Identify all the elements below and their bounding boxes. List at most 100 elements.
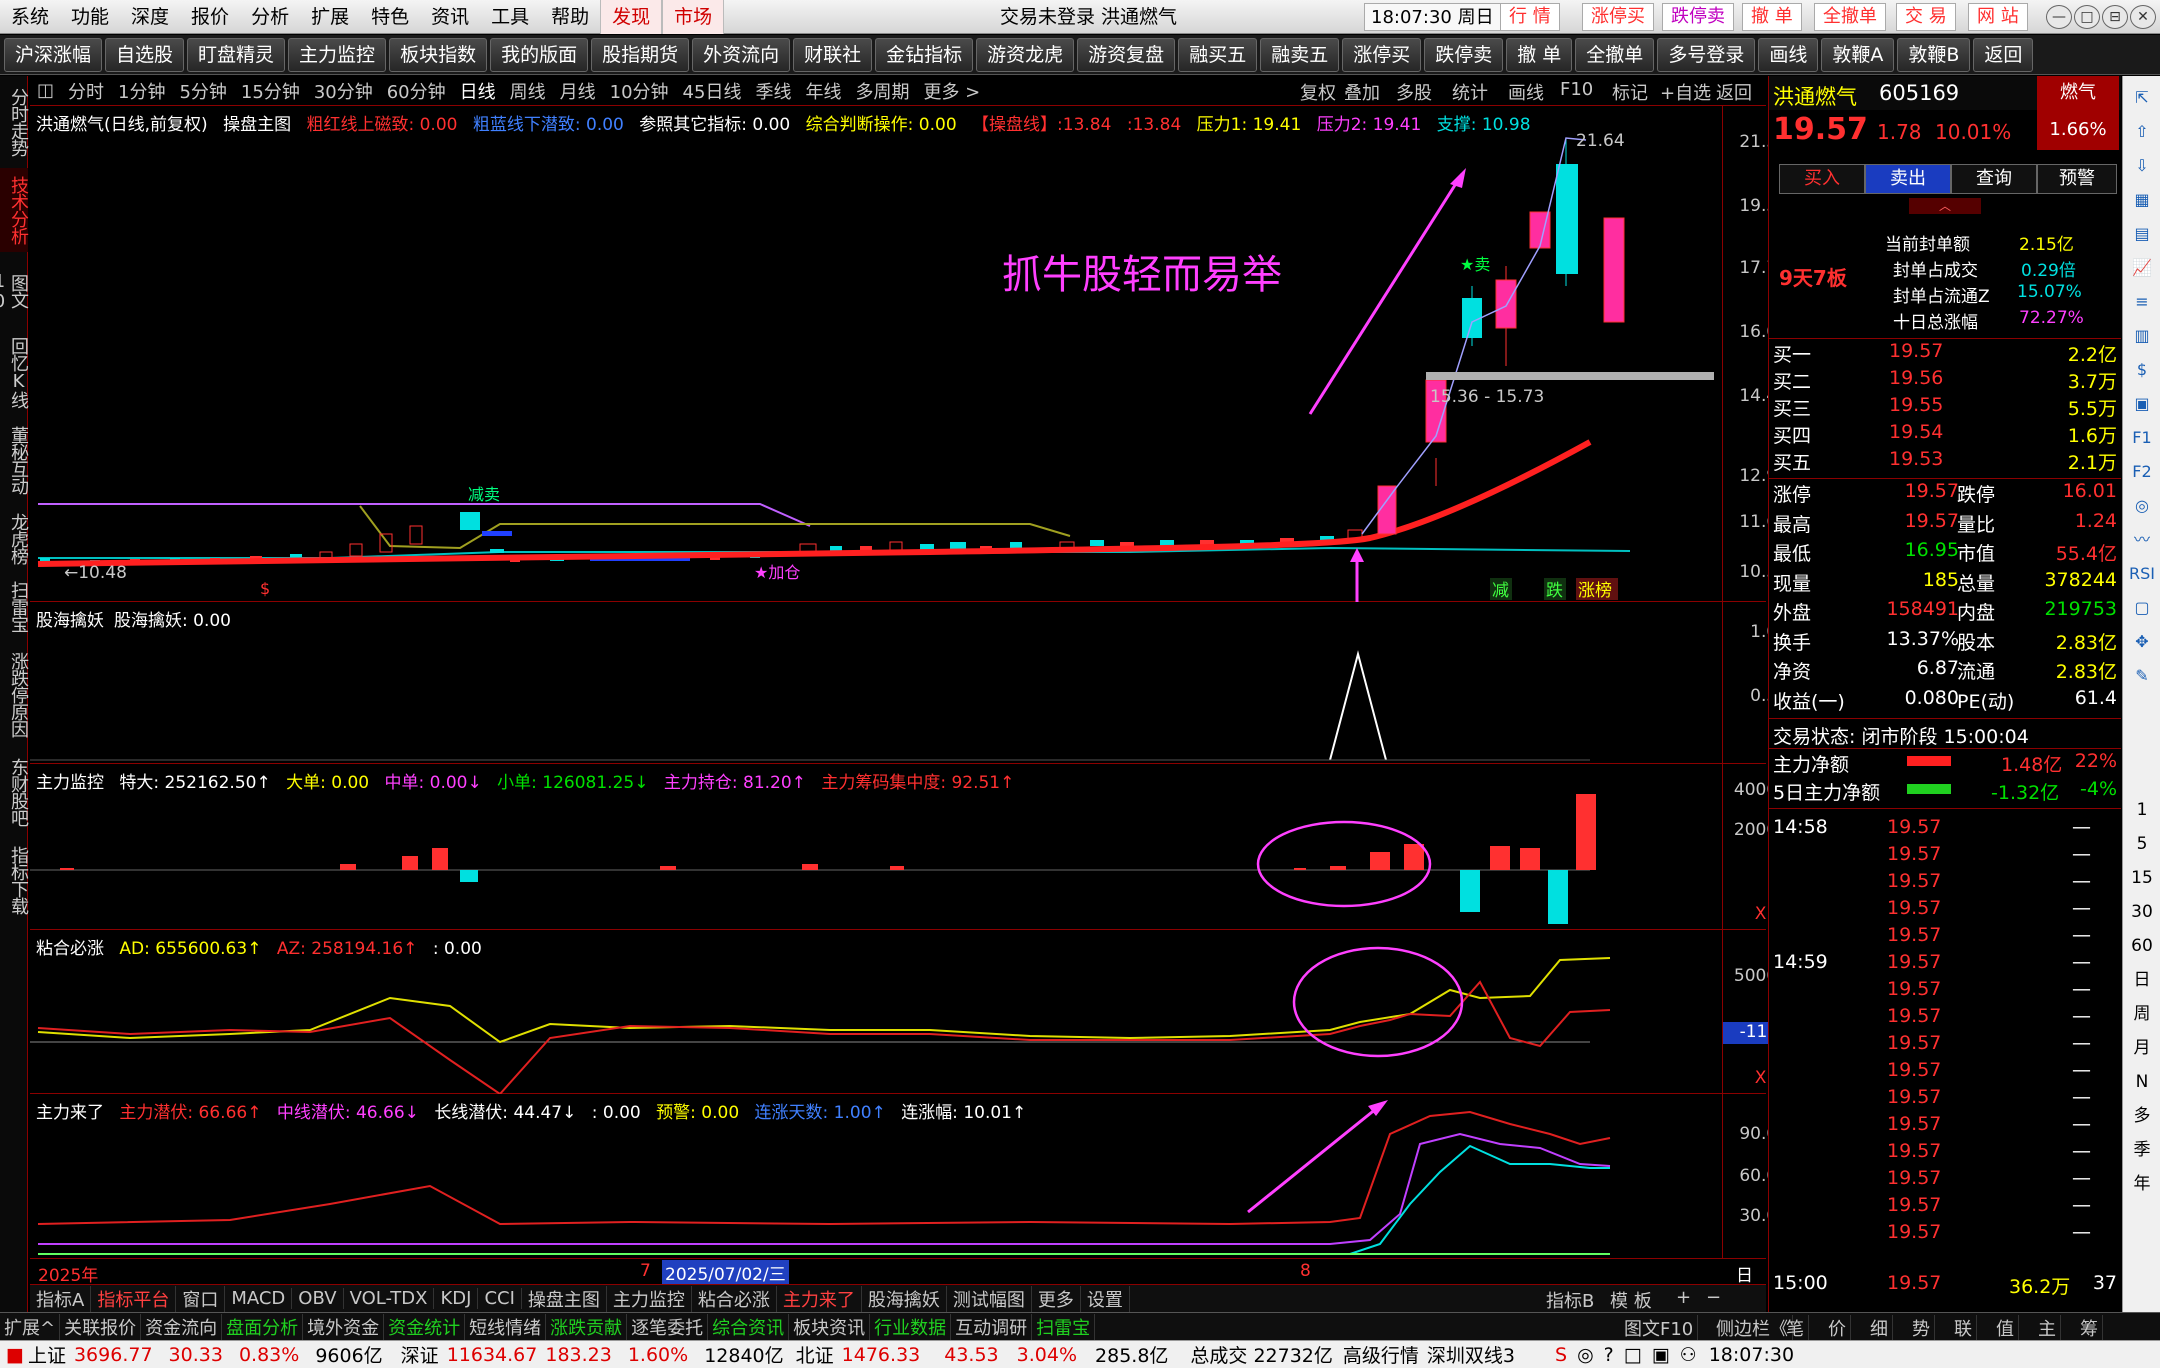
toolbar-button[interactable]: 返回 [1973,37,2034,72]
tab-technical[interactable]: 技术分析 [0,168,29,252]
toolbar-button[interactable]: 画线 [1758,37,1819,72]
period-tab[interactable]: 1分钟 [111,78,172,104]
period-shortcut[interactable]: 15 [2127,864,2157,892]
line-label[interactable]: 深圳双线3 [1427,1341,1515,1368]
period-shortcut[interactable]: 年 [2127,1170,2157,1198]
toolbar-button[interactable]: 敦鞭B [1897,37,1971,72]
menu-discover[interactable]: 发现 [600,0,663,34]
indicator-tool[interactable]: + [1670,1287,1697,1308]
period-shortcut[interactable]: N [2127,1068,2157,1096]
toolbar-button[interactable]: 跌停卖 [1424,37,1504,72]
sector-badge[interactable]: 燃气 [2037,76,2119,110]
indicator-tool[interactable]: 指标B [1540,1287,1600,1313]
toolbar-button[interactable]: 游资龙虎 [976,37,1075,72]
chart-tool-button[interactable]: 画线 [1508,79,1544,105]
toolbar-button[interactable]: 我的版面 [490,37,589,72]
menu-news[interactable]: 资讯 [420,0,480,34]
ext-right-tab[interactable]: 筹 [2076,1315,2103,1341]
chat-icon[interactable]: □ [1624,1344,1642,1366]
tab-intraday[interactable]: 分时走势 [0,80,29,164]
ext-tab[interactable]: 行业数据 [870,1313,952,1340]
period-tab[interactable]: 5分钟 [172,78,233,104]
indicator-tab[interactable]: KDJ [434,1288,479,1309]
chart-tool-button[interactable]: 多股 [1396,79,1432,105]
indicator-tab[interactable]: 主力监控 [607,1285,692,1312]
menu-quote[interactable]: 报价 [180,0,240,34]
period-tab[interactable]: 45日线 [676,78,749,104]
circle-icon[interactable]: ◎ [2127,492,2157,520]
period-tab[interactable]: 15分钟 [234,78,307,104]
ext-right-tab[interactable]: 笔 [1782,1315,1809,1341]
ext-tab[interactable]: 互动调研 [951,1313,1033,1340]
indicator-tab[interactable]: CCI [478,1288,522,1309]
ext-right-tab[interactable]: 图文F10 [1620,1315,1699,1341]
ext-right-tab[interactable]: 侧边栏《 [1712,1315,1793,1341]
tab-forum[interactable]: 东财股吧 [0,750,29,834]
ext-right-tab[interactable]: 主 [2034,1315,2061,1341]
btn-website[interactable]: 网 站 [1968,3,2028,31]
rsi-icon[interactable]: RSI [2127,560,2157,588]
tab-recall-k[interactable]: 回忆K线 [0,330,29,414]
indicator-tab[interactable]: 主力来了 [777,1285,862,1312]
period-tab[interactable]: 30分钟 [307,78,380,104]
tab-graphic[interactable]: 图文10 [0,256,29,326]
help-icon[interactable]: ? [1604,1344,1614,1366]
table-icon[interactable]: ▥ [2127,322,2157,350]
period-tab[interactable]: 分时 [61,78,111,104]
period-shortcut[interactable]: 5 [2127,830,2157,858]
btn-hangqing[interactable]: 行 情 [1500,3,1560,31]
ext-right-tab[interactable]: 势 [1908,1315,1935,1341]
ext-tab[interactable]: 扩展^ [0,1313,61,1340]
period-shortcut[interactable]: 日 [2127,966,2157,994]
toolbar-button[interactable]: 多号登录 [1657,37,1756,72]
fund-icon[interactable]: $ [2127,356,2157,384]
indicator-tab[interactable]: 股海擒妖 [862,1285,947,1312]
indicator-tab[interactable]: 测试幅图 [947,1285,1032,1312]
menu-feature[interactable]: 特色 [360,0,420,34]
toolbar-button[interactable]: 财联社 [793,37,873,72]
ext-right-tab[interactable]: 细 [1866,1315,1893,1341]
ext-right-tab[interactable]: 价 [1824,1315,1851,1341]
tab-indicator-download[interactable]: 指标下载 [0,838,29,922]
menu-help[interactable]: 帮助 [540,0,600,34]
chart-tool-button[interactable]: +自选 [1660,79,1711,105]
chart-tool-button[interactable]: 标记 [1612,79,1648,105]
toolbar-button[interactable]: 融买五 [1178,37,1258,72]
stack-icon[interactable]: ≡ [2127,288,2157,316]
period-tab[interactable]: 周线 [503,78,553,104]
indicator-tool[interactable]: − [1700,1287,1727,1308]
toolbar-button[interactable]: 自选股 [105,37,185,72]
period-tab[interactable]: 多周期 [848,78,916,104]
tab-limit-reason[interactable]: 涨跌停原因 [0,642,29,746]
ext-tab[interactable]: 板块资讯 [789,1313,871,1340]
period-tab[interactable]: 日线 [453,78,503,104]
period-tab[interactable]: 10分钟 [603,78,676,104]
collapse-icon[interactable]: ︿ [1909,198,1981,214]
minimize-icon[interactable]: — [2046,5,2072,29]
tab-minesweeper[interactable]: 扫雷宝 [0,574,29,638]
ext-tab[interactable]: 资金流向 [141,1313,223,1340]
toolbar-button[interactable]: 股指期货 [591,37,690,72]
indicator-tab[interactable]: 设置 [1081,1285,1130,1312]
ext-tab[interactable]: 资金统计 [384,1313,466,1340]
btn-cancel-all[interactable]: 全撤单 [1814,3,1886,31]
period-tab[interactable]: 年线 [798,78,848,104]
settings-icon[interactable]: ◎ [1577,1344,1594,1366]
move-icon[interactable]: ✥ [2127,628,2157,656]
chart-icon[interactable]: 📈 [2127,254,2157,282]
period-shortcut[interactable]: 季 [2127,1136,2157,1164]
candlestick-chart[interactable]: 抓牛股轻而易举 21.64 15.36 - 15.73 ←10.48 ★卖 减卖… [30,106,1722,602]
ext-tab[interactable]: 扫雷宝 [1032,1313,1096,1340]
toolbar-button[interactable]: 主力监控 [288,37,387,72]
period-shortcut[interactable]: 30 [2127,898,2157,926]
chart-tool-button[interactable]: F10 [1560,79,1593,100]
query-button[interactable]: 查询 [1951,164,2037,194]
period-shortcut[interactable]: 周 [2127,1000,2157,1028]
btn-limitdown-sell[interactable]: 跌停卖 [1662,3,1734,31]
toolbar-button[interactable]: 金钻指标 [875,37,974,72]
period-shortcut[interactable]: 多 [2127,1102,2157,1130]
up-arrow-icon[interactable]: ⇧ [2127,118,2157,146]
btn-cancel-order[interactable]: 撤 单 [1742,3,1802,31]
menu-extend[interactable]: 扩展 [300,0,360,34]
toolbar-button[interactable]: 撤 单 [1506,37,1573,72]
